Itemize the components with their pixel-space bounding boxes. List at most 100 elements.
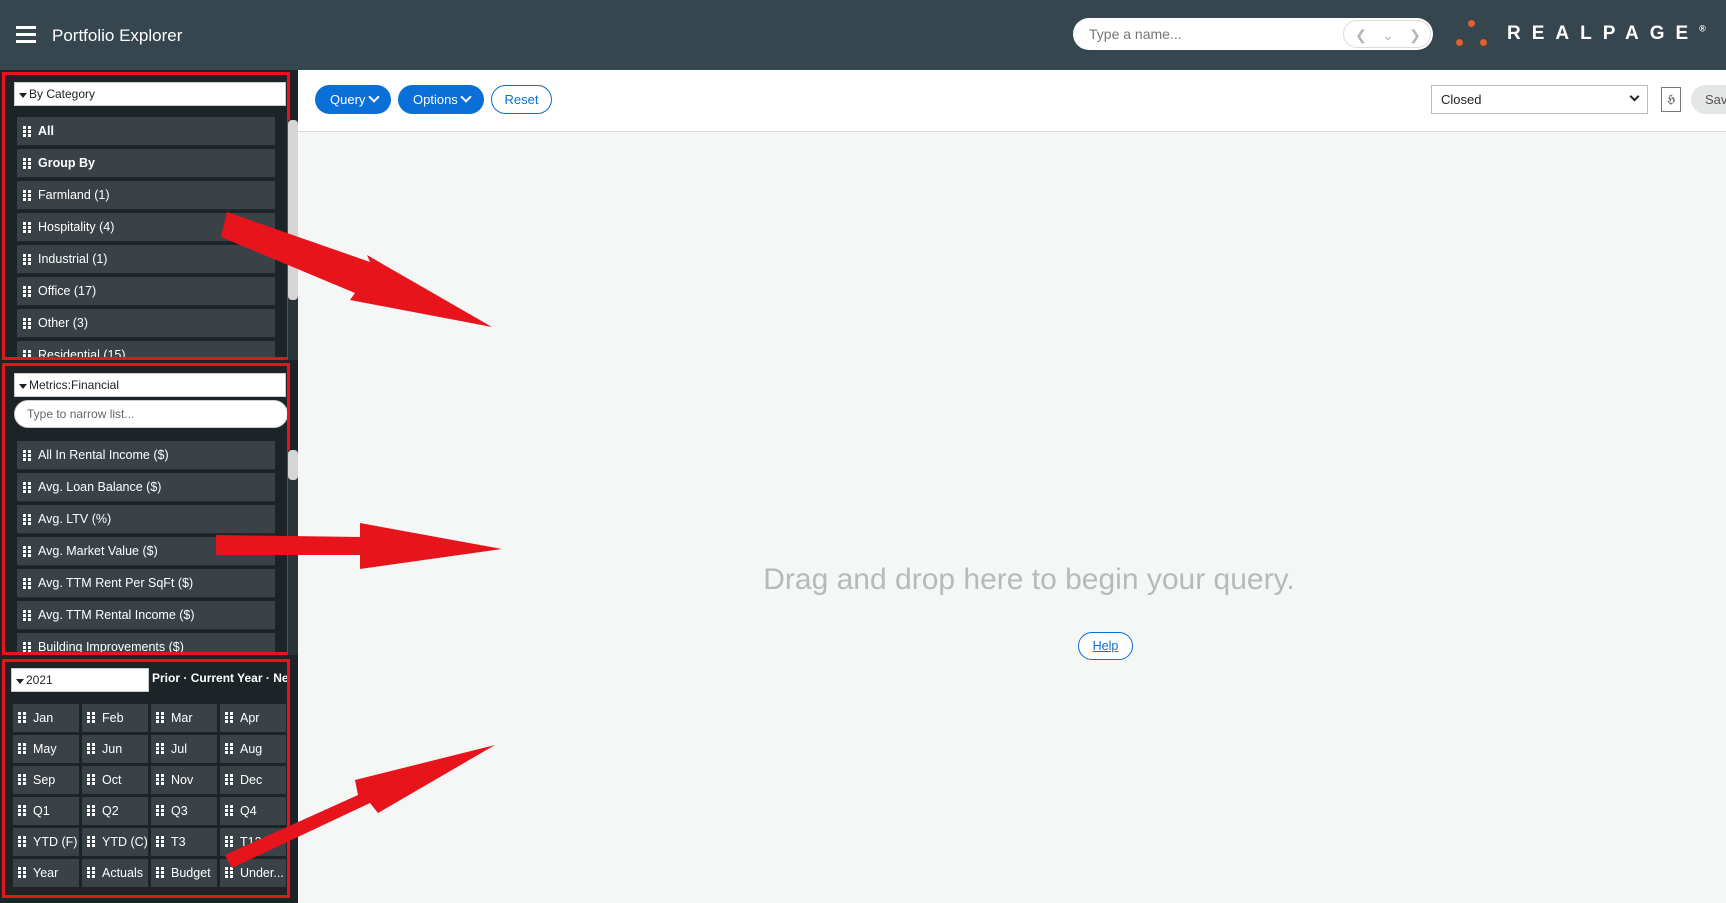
options-button[interactable]: Options bbox=[398, 85, 484, 114]
excel-export-icon[interactable]: 𝕳 bbox=[1661, 87, 1681, 112]
period-cell-feb[interactable]: Feb bbox=[82, 704, 148, 732]
category-item-other-3[interactable]: Other (3) bbox=[17, 309, 275, 338]
category-item-label: Other (3) bbox=[38, 316, 89, 330]
period-cell-t3[interactable]: T3 bbox=[151, 828, 217, 856]
drag-handle-icon bbox=[18, 712, 26, 723]
search-nav-controls: ❮ ⌄ ❯ bbox=[1343, 20, 1431, 48]
chevron-left-icon[interactable]: ❮ bbox=[1352, 26, 1370, 44]
drag-handle-icon bbox=[87, 867, 95, 878]
caret-down-icon bbox=[19, 93, 27, 98]
period-cell-oct[interactable]: Oct bbox=[82, 766, 148, 794]
period-cell-under[interactable]: Under... bbox=[220, 859, 286, 887]
year-dropdown[interactable]: 2021 bbox=[11, 668, 149, 692]
help-button[interactable]: Help bbox=[1078, 632, 1133, 660]
period-cell-t12[interactable]: T12 bbox=[220, 828, 286, 856]
metric-item-label: Avg. TTM Rent Per SqFt ($) bbox=[38, 576, 194, 590]
period-cell-label: Budget bbox=[171, 866, 211, 880]
metrics-scrollbar[interactable] bbox=[288, 450, 298, 655]
reset-button[interactable]: Reset bbox=[491, 85, 552, 114]
metric-item-label: Avg. LTV (%) bbox=[38, 512, 112, 526]
drag-handle-icon bbox=[156, 774, 164, 785]
period-cell-sep[interactable]: Sep bbox=[13, 766, 79, 794]
category-item-industrial-1[interactable]: Industrial (1) bbox=[17, 245, 275, 274]
category-item-hospitality-4[interactable]: Hospitality (4) bbox=[17, 213, 275, 242]
period-cell-q3[interactable]: Q3 bbox=[151, 797, 217, 825]
drag-handle-icon bbox=[18, 867, 26, 878]
period-cell-budget[interactable]: Budget bbox=[151, 859, 217, 887]
period-cell-mar[interactable]: Mar bbox=[151, 704, 217, 732]
period-cell-q2[interactable]: Q2 bbox=[82, 797, 148, 825]
period-cell-label: Sep bbox=[33, 773, 56, 787]
caret-down-icon bbox=[19, 384, 27, 389]
metrics-dropdown[interactable]: Metrics:Financial bbox=[14, 373, 286, 397]
period-cell-ytd-c[interactable]: YTD (C) bbox=[82, 828, 148, 856]
category-dropdown[interactable]: By Category bbox=[14, 82, 286, 106]
prior-year-link[interactable]: Prior bbox=[152, 671, 180, 685]
category-item-all[interactable]: All bbox=[17, 117, 275, 146]
logo-text: REALPAGE® bbox=[1507, 23, 1706, 44]
period-cell-actuals[interactable]: Actuals bbox=[82, 859, 148, 887]
status-select[interactable]: Closed bbox=[1431, 85, 1648, 114]
period-cell-nov[interactable]: Nov bbox=[151, 766, 217, 794]
period-cell-label: Oct bbox=[102, 773, 122, 787]
year-navigation: Prior · Current Year · Next bbox=[152, 671, 287, 685]
drag-handle-icon bbox=[87, 712, 95, 723]
category-item-label: Office (17) bbox=[38, 284, 97, 298]
metric-item-avg-market-value[interactable]: Avg. Market Value ($) bbox=[17, 537, 275, 566]
query-drop-zone[interactable]: Drag and drop here to begin your query. … bbox=[298, 133, 1726, 903]
period-cell-apr[interactable]: Apr bbox=[220, 704, 286, 732]
category-item-group-by[interactable]: Group By bbox=[17, 149, 275, 178]
period-cell-year[interactable]: Year bbox=[13, 859, 79, 887]
drag-handle-icon bbox=[87, 743, 95, 754]
drag-handle-icon bbox=[87, 836, 95, 847]
drag-handle-icon bbox=[156, 805, 164, 816]
query-button[interactable]: Query bbox=[315, 85, 391, 114]
period-cell-jun[interactable]: Jun bbox=[82, 735, 148, 763]
period-cell-dec[interactable]: Dec bbox=[220, 766, 286, 794]
period-cell-label: Q4 bbox=[240, 804, 257, 818]
app-root: Portfolio Explorer ❮ ⌄ ❯ REALPAGE® By Ca… bbox=[0, 0, 1726, 903]
period-cell-may[interactable]: May bbox=[13, 735, 79, 763]
drag-handle-icon bbox=[23, 642, 31, 652]
drag-handle-icon bbox=[225, 836, 233, 847]
metric-item-avg-ttm-rent-per-sqft[interactable]: Avg. TTM Rent Per SqFt ($) bbox=[17, 569, 275, 598]
period-cell-ytd-f[interactable]: YTD (F) bbox=[13, 828, 79, 856]
category-item-farmland-1[interactable]: Farmland (1) bbox=[17, 181, 275, 210]
metric-item-avg-ltv[interactable]: Avg. LTV (%) bbox=[17, 505, 275, 534]
chevron-down-icon bbox=[1629, 91, 1640, 102]
chevron-down-icon bbox=[460, 91, 472, 103]
period-cell-q1[interactable]: Q1 bbox=[13, 797, 79, 825]
app-title: Portfolio Explorer bbox=[52, 26, 183, 45]
metric-item-all-in-rental-income[interactable]: All In Rental Income ($) bbox=[17, 441, 275, 470]
period-cell-label: Apr bbox=[240, 711, 260, 725]
current-year-link[interactable]: Current Year bbox=[191, 671, 263, 685]
period-cell-aug[interactable]: Aug bbox=[220, 735, 286, 763]
drag-handle-icon bbox=[87, 805, 95, 816]
metric-item-building-improvements[interactable]: Building Improvements ($) bbox=[17, 633, 275, 652]
chevron-right-icon[interactable]: ❯ bbox=[1406, 26, 1424, 44]
category-scroll-thumb[interactable] bbox=[288, 120, 298, 300]
save-button[interactable]: Save bbox=[1691, 85, 1726, 114]
drag-handle-icon bbox=[23, 286, 31, 297]
period-cell-jul[interactable]: Jul bbox=[151, 735, 217, 763]
drag-handle-icon bbox=[18, 774, 26, 785]
drag-handle-icon bbox=[23, 482, 31, 493]
metrics-scroll-thumb[interactable] bbox=[288, 450, 298, 480]
drag-handle-icon bbox=[23, 158, 31, 169]
category-item-office-17[interactable]: Office (17) bbox=[17, 277, 275, 306]
category-scrollbar[interactable] bbox=[288, 120, 298, 360]
period-cell-label: Q2 bbox=[102, 804, 119, 818]
metric-item-avg-ttm-rental-income[interactable]: Avg. TTM Rental Income ($) bbox=[17, 601, 275, 630]
chevron-down-icon[interactable]: ⌄ bbox=[1379, 26, 1397, 44]
drag-handle-icon bbox=[156, 743, 164, 754]
period-cell-label: T12 bbox=[240, 835, 262, 849]
drag-handle-icon bbox=[23, 578, 31, 589]
metrics-section: Metrics:Financial All In Rental Income (… bbox=[2, 363, 290, 655]
next-year-link[interactable]: Next bbox=[273, 671, 287, 685]
category-item-residential-15[interactable]: Residential (15) bbox=[17, 341, 275, 357]
period-cell-jan[interactable]: Jan bbox=[13, 704, 79, 732]
period-cell-q4[interactable]: Q4 bbox=[220, 797, 286, 825]
metrics-filter-input[interactable] bbox=[14, 400, 287, 428]
metric-item-avg-loan-balance[interactable]: Avg. Loan Balance ($) bbox=[17, 473, 275, 502]
hamburger-menu-icon[interactable] bbox=[16, 26, 36, 44]
